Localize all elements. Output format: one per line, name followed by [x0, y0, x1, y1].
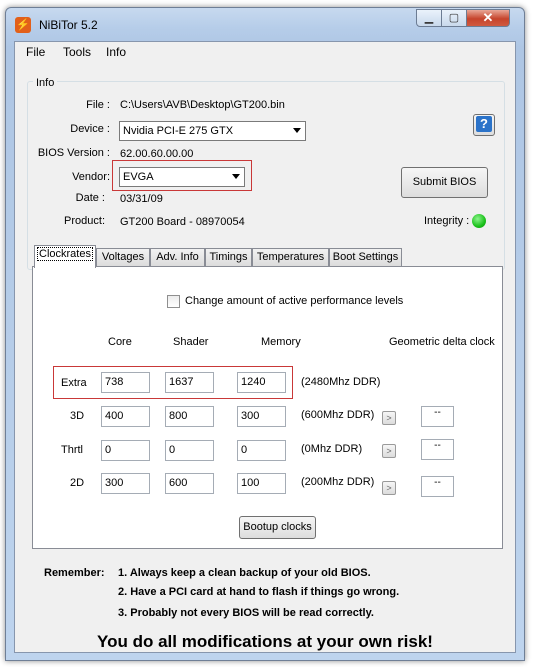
extra-memory-input[interactable]: 1240	[237, 372, 286, 393]
integrity-label: Integrity :	[424, 215, 470, 227]
maximize-button[interactable]: ▢	[441, 9, 467, 27]
core-header: Core	[108, 336, 132, 348]
remember-line-3: 3. Probably not every BIOS will be read …	[118, 607, 374, 619]
row-label-thrtl: Thrtl	[61, 444, 83, 456]
active-levels-label: Change amount of active performance leve…	[185, 295, 404, 307]
chevron-down-icon	[293, 128, 301, 133]
2d-delta-input[interactable]: --	[421, 476, 454, 497]
extra-core-input[interactable]: 738	[101, 372, 150, 393]
product-value: GT200 Board - 08970054	[120, 216, 245, 228]
thrtl-delta-input[interactable]: --	[421, 439, 454, 460]
bootup-clocks-button[interactable]: Bootup clocks	[239, 516, 316, 539]
date-value: 03/31/09	[120, 193, 163, 205]
submit-bios-button[interactable]: Submit BIOS	[401, 167, 488, 198]
remember-label: Remember:	[44, 567, 105, 579]
row-label-extra: Extra	[61, 377, 87, 389]
file-path-value: C:\Users\AVB\Desktop\GT200.bin	[120, 99, 285, 111]
window-title: NiBiTor 5.2	[39, 18, 98, 32]
thrtl-ddr-label: (0Mhz DDR)	[301, 443, 363, 455]
thrtl-delta-button[interactable]: >	[382, 444, 396, 458]
2d-ddr-label: (200Mhz DDR)	[301, 476, 375, 488]
chevron-down-icon	[232, 174, 240, 179]
3d-memory-input[interactable]: 300	[237, 406, 286, 427]
menu-tools[interactable]: Tools	[63, 45, 91, 59]
device-label: Device :	[70, 123, 110, 135]
integrity-status-led	[472, 214, 486, 228]
row-label-3d: 3D	[70, 410, 85, 422]
extra-ddr-label: (2480Mhz DDR)	[301, 376, 381, 388]
2d-core-input[interactable]: 300	[101, 473, 150, 494]
2d-memory-input[interactable]: 100	[237, 473, 286, 494]
3d-delta-button[interactable]: >	[382, 411, 396, 425]
shader-header: Shader	[173, 336, 209, 348]
thrtl-core-input[interactable]: 0	[101, 440, 150, 461]
vendor-label: Vendor:	[72, 171, 110, 183]
product-label: Product:	[64, 215, 105, 227]
3d-shader-input[interactable]: 800	[165, 406, 214, 427]
minimize-button[interactable]: ▁	[416, 9, 442, 27]
risk-warning: You do all modifications at your own ris…	[97, 632, 433, 651]
2d-shader-input[interactable]: 600	[165, 473, 214, 494]
geometric-delta-header: Geometric delta clock	[389, 336, 495, 348]
tab-adv-info[interactable]: Adv. Info	[150, 248, 205, 266]
tab-voltages[interactable]: Voltages	[96, 248, 150, 266]
clockrates-panel: Change amount of active performance leve…	[32, 266, 503, 549]
menu-info[interactable]: Info	[106, 45, 126, 59]
help-button[interactable]: ?	[473, 114, 495, 136]
2d-delta-button[interactable]: >	[382, 481, 396, 495]
title-bar[interactable]: ⚡ NiBiTor 5.2 ▁ ▢ ✕	[6, 8, 524, 42]
3d-delta-input[interactable]: --	[421, 406, 454, 427]
active-levels-checkbox[interactable]	[167, 295, 180, 308]
remember-line-1: 1. Always keep a clean backup of your ol…	[118, 567, 371, 579]
client-area: File Tools Info Info File : C:\Users\AVB…	[14, 41, 516, 653]
vendor-select[interactable]: EVGA	[119, 167, 245, 187]
tab-boot-settings[interactable]: Boot Settings	[329, 248, 402, 266]
close-button[interactable]: ✕	[466, 9, 510, 27]
tab-clockrates[interactable]: Clockrates	[34, 245, 96, 268]
date-label: Date :	[75, 192, 105, 204]
thrtl-memory-input[interactable]: 0	[237, 440, 286, 461]
device-select-value: Nvidia PCI-E 275 GTX	[123, 125, 234, 137]
bios-version-value: 62.00.60.00.00	[120, 148, 194, 160]
remember-line-2: 2. Have a PCI card at hand to flash if t…	[118, 586, 400, 598]
device-select[interactable]: Nvidia PCI-E 275 GTX	[119, 121, 306, 141]
tab-timings[interactable]: Timings	[205, 248, 252, 266]
vendor-select-value: EVGA	[123, 171, 154, 183]
3d-ddr-label: (600Mhz DDR)	[301, 409, 375, 421]
3d-core-input[interactable]: 400	[101, 406, 150, 427]
row-label-2d: 2D	[70, 477, 85, 489]
nibitor-app-icon: ⚡	[15, 17, 31, 33]
extra-shader-input[interactable]: 1637	[165, 372, 214, 393]
info-group-title: Info	[33, 77, 58, 89]
menu-bar: File Tools Info	[15, 42, 515, 62]
file-label: File :	[86, 99, 110, 111]
app-window: ⚡ NiBiTor 5.2 ▁ ▢ ✕ File Tools Info Info…	[5, 7, 525, 661]
menu-file[interactable]: File	[26, 45, 45, 59]
help-icon: ?	[476, 116, 492, 132]
thrtl-shader-input[interactable]: 0	[165, 440, 214, 461]
tab-temperatures[interactable]: Temperatures	[252, 248, 329, 266]
memory-header: Memory	[261, 336, 301, 348]
bios-version-label: BIOS Version :	[37, 147, 110, 159]
